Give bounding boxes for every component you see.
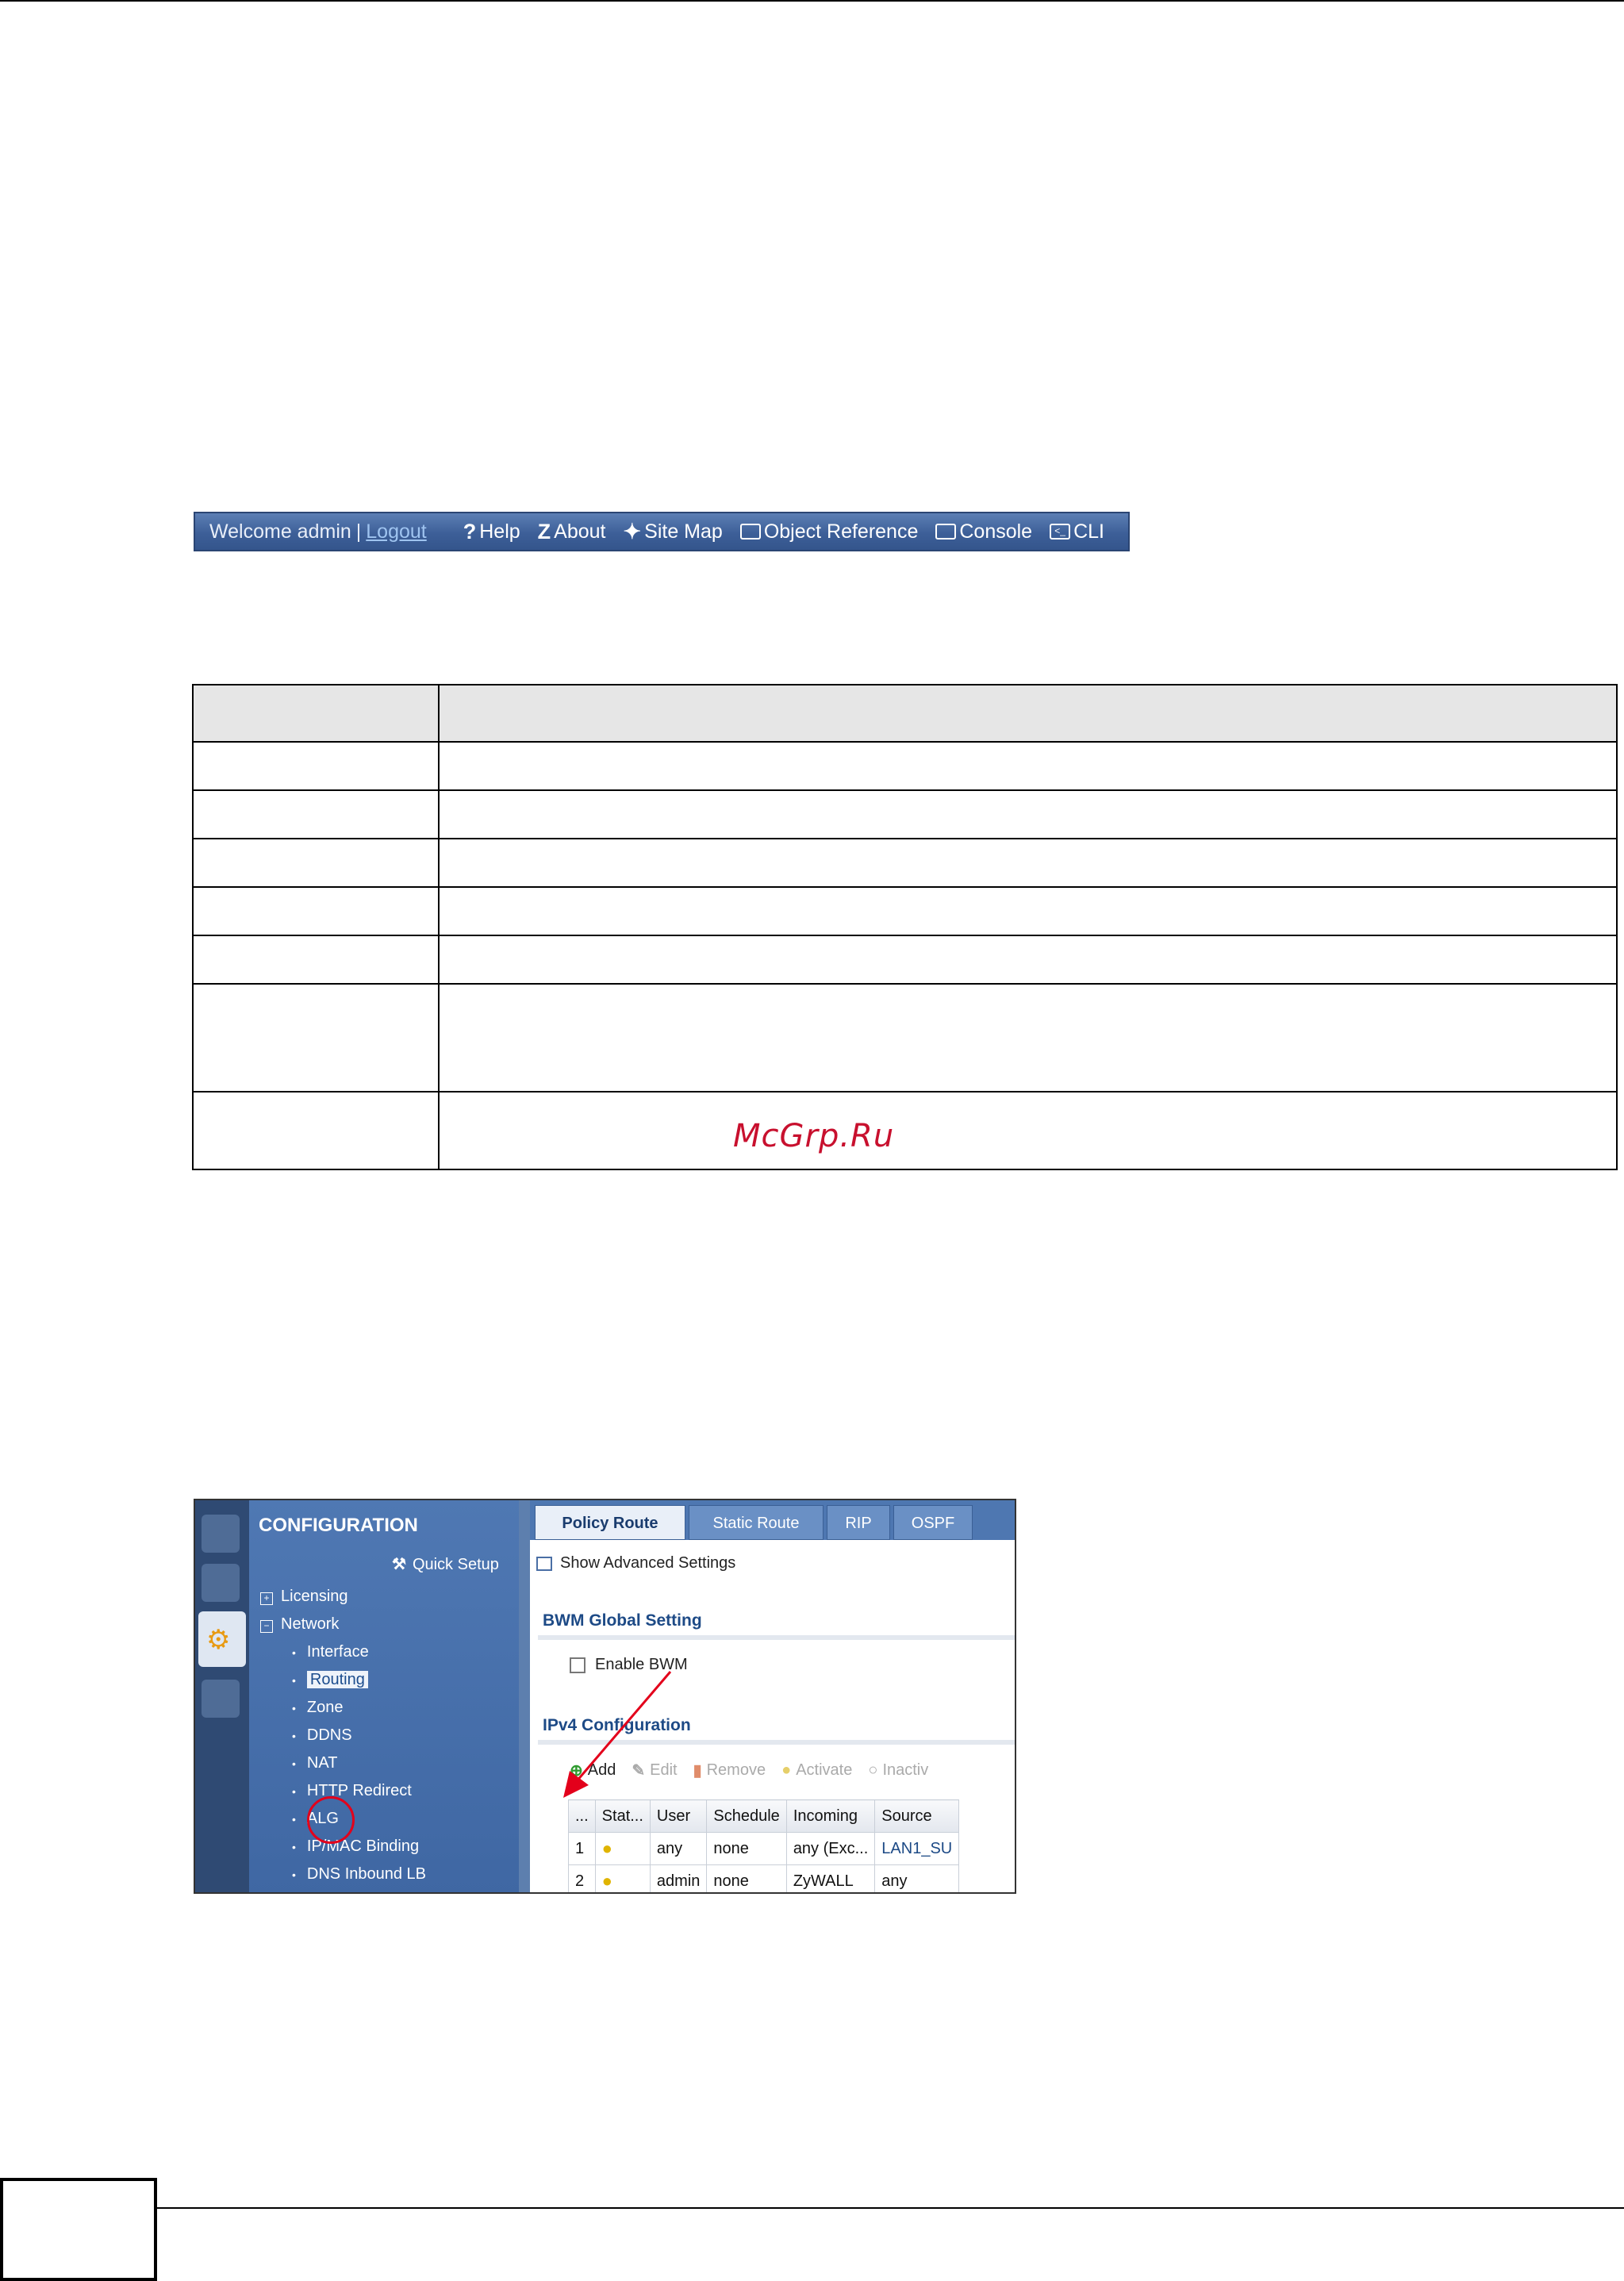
footer-rule — [0, 2207, 1624, 2209]
annotation-circle — [307, 1796, 355, 1844]
annotation-arrow-line — [574, 1671, 672, 1783]
annotation-arrow-head — [563, 1771, 589, 1798]
page-number-box — [0, 2178, 157, 2281]
annotation-overlay — [563, 1671, 672, 1798]
